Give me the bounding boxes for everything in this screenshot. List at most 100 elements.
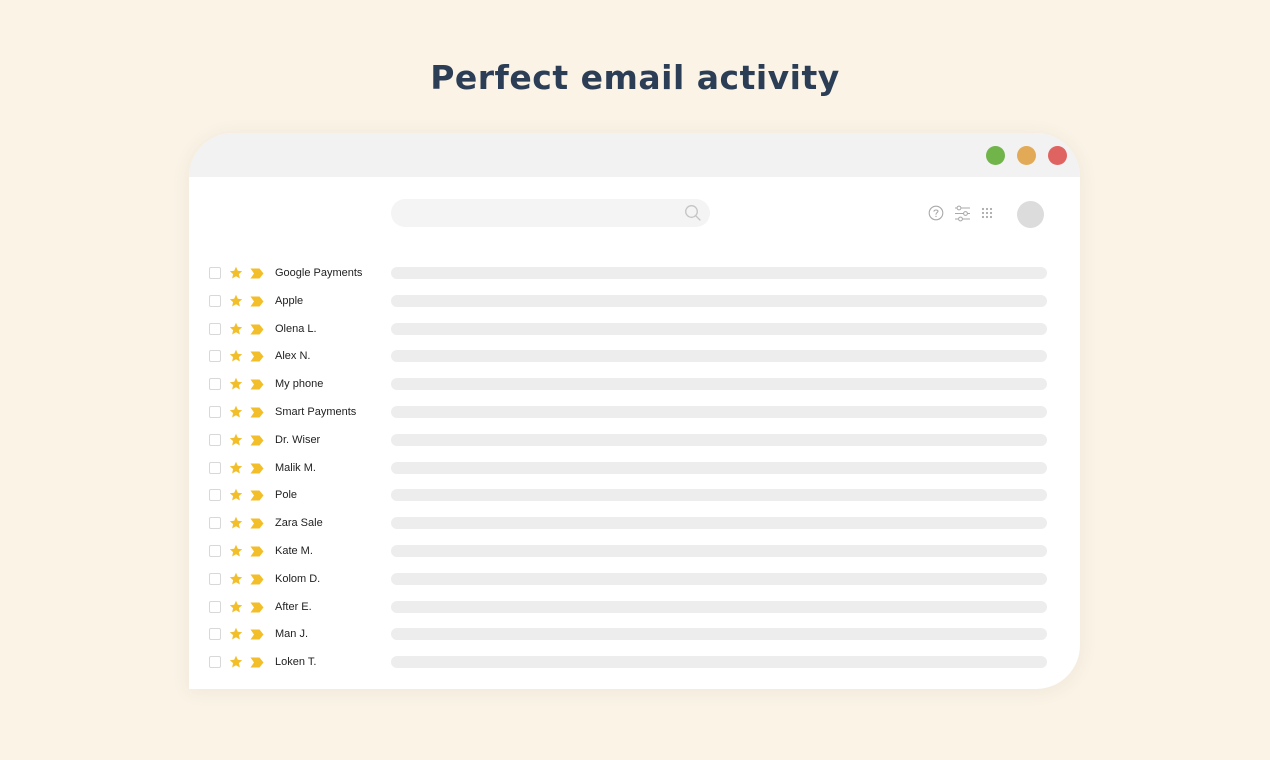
sender-name: Pole — [275, 489, 298, 502]
star-icon[interactable] — [229, 266, 243, 280]
importance-tag-icon[interactable] — [250, 463, 264, 474]
star-icon[interactable] — [229, 322, 243, 336]
star-icon[interactable] — [229, 572, 243, 586]
message-preview-placeholder[interactable] — [391, 544, 1047, 557]
select-checkbox[interactable] — [209, 322, 221, 335]
star-icon[interactable] — [229, 405, 243, 419]
importance-tag-icon[interactable] — [250, 490, 264, 501]
message-preview-placeholder[interactable] — [391, 517, 1047, 530]
page-headline: Perfect email activity — [430, 58, 840, 97]
sender-name: Kate M. — [275, 544, 313, 557]
message-preview-placeholder[interactable] — [391, 350, 1047, 363]
email-client-window: Google Payments Apple Olena L. Alex N. My ph… — [189, 133, 1080, 689]
message-preview-placeholder[interactable] — [391, 489, 1047, 502]
importance-tag-icon[interactable] — [250, 435, 264, 446]
select-checkbox[interactable] — [209, 544, 221, 557]
star-icon[interactable] — [229, 544, 243, 558]
star-icon[interactable] — [229, 627, 243, 641]
sender-name: Smart Payments — [275, 405, 357, 418]
select-checkbox[interactable] — [209, 405, 221, 418]
star-icon[interactable] — [229, 461, 243, 475]
importance-tag-icon[interactable] — [250, 296, 264, 307]
message-preview-placeholder[interactable] — [391, 600, 1047, 613]
search-icon[interactable] — [684, 204, 702, 222]
select-checkbox[interactable] — [209, 628, 221, 641]
search-input[interactable] — [391, 199, 710, 227]
select-checkbox[interactable] — [209, 350, 221, 363]
message-preview-placeholder[interactable] — [391, 628, 1047, 641]
sliders-icon[interactable] — [954, 205, 971, 222]
importance-tag-icon[interactable] — [250, 602, 264, 613]
email-row[interactable]: Dr. Wiser — [189, 427, 1080, 455]
select-checkbox[interactable] — [209, 433, 221, 446]
star-icon[interactable] — [229, 294, 243, 308]
email-row[interactable]: Malik M. — [189, 455, 1080, 483]
message-preview-placeholder[interactable] — [391, 656, 1047, 669]
email-row[interactable]: My phone — [189, 371, 1080, 399]
sender-name: Kolom D. — [275, 572, 321, 585]
close-button[interactable] — [1048, 146, 1067, 165]
email-row[interactable]: Man J. — [189, 621, 1080, 649]
star-icon[interactable] — [229, 600, 243, 614]
minimize-button[interactable] — [1017, 146, 1036, 165]
email-row[interactable]: Smart Payments — [189, 399, 1080, 427]
window-titlebar — [189, 133, 1080, 177]
email-row[interactable]: Pole — [189, 482, 1080, 510]
sender-name: Olena L. — [275, 322, 317, 335]
importance-tag-icon[interactable] — [250, 407, 264, 418]
star-icon[interactable] — [229, 349, 243, 363]
sender-name: Apple — [275, 294, 304, 307]
email-row[interactable]: Loken T. — [189, 649, 1080, 677]
select-checkbox[interactable] — [209, 294, 221, 307]
sender-name: My phone — [275, 378, 324, 391]
sender-name: Zara Sale — [275, 517, 323, 530]
message-preview-placeholder[interactable] — [391, 405, 1047, 418]
importance-tag-icon[interactable] — [250, 629, 264, 640]
importance-tag-icon[interactable] — [250, 379, 264, 390]
message-preview-placeholder[interactable] — [391, 461, 1047, 474]
sender-name: Man J. — [275, 628, 309, 641]
email-list: Google Payments Apple Olena L. Alex N. My ph… — [189, 260, 1080, 677]
message-preview-placeholder[interactable] — [391, 572, 1047, 585]
select-checkbox[interactable] — [209, 489, 221, 502]
star-icon[interactable] — [229, 433, 243, 447]
sender-name: Dr. Wiser — [275, 433, 321, 446]
message-preview-placeholder[interactable] — [391, 322, 1047, 335]
email-row[interactable]: Google Payments — [189, 260, 1080, 288]
star-icon[interactable] — [229, 516, 243, 530]
star-icon[interactable] — [229, 655, 243, 669]
email-row[interactable]: Apple — [189, 288, 1080, 316]
email-row[interactable]: Kolom D. — [189, 566, 1080, 594]
select-checkbox[interactable] — [209, 656, 221, 669]
message-preview-placeholder[interactable] — [391, 294, 1047, 307]
importance-tag-icon[interactable] — [250, 268, 264, 279]
avatar[interactable] — [1017, 201, 1044, 228]
message-preview-placeholder[interactable] — [391, 378, 1047, 391]
apps-grid-icon[interactable] — [981, 207, 993, 219]
select-checkbox[interactable] — [209, 572, 221, 585]
importance-tag-icon[interactable] — [250, 657, 264, 668]
email-row[interactable]: Kate M. — [189, 538, 1080, 566]
select-checkbox[interactable] — [209, 600, 221, 613]
email-row[interactable]: Olena L. — [189, 316, 1080, 344]
help-icon[interactable] — [928, 205, 944, 221]
select-checkbox[interactable] — [209, 461, 221, 474]
select-checkbox[interactable] — [209, 517, 221, 530]
message-preview-placeholder[interactable] — [391, 433, 1047, 446]
email-row[interactable]: Zara Sale — [189, 510, 1080, 538]
importance-tag-icon[interactable] — [250, 518, 264, 529]
importance-tag-icon[interactable] — [250, 546, 264, 557]
importance-tag-icon[interactable] — [250, 574, 264, 585]
select-checkbox[interactable] — [209, 267, 221, 279]
sender-name: Malik M. — [275, 461, 316, 474]
select-checkbox[interactable] — [209, 378, 221, 391]
email-row[interactable]: After E. — [189, 594, 1080, 622]
sender-name: Alex N. — [275, 350, 311, 363]
star-icon[interactable] — [229, 488, 243, 502]
email-row[interactable]: Alex N. — [189, 343, 1080, 371]
importance-tag-icon[interactable] — [250, 351, 264, 362]
star-icon[interactable] — [229, 377, 243, 391]
importance-tag-icon[interactable] — [250, 324, 264, 335]
message-preview-placeholder[interactable] — [391, 267, 1047, 279]
maximize-button[interactable] — [986, 146, 1005, 165]
